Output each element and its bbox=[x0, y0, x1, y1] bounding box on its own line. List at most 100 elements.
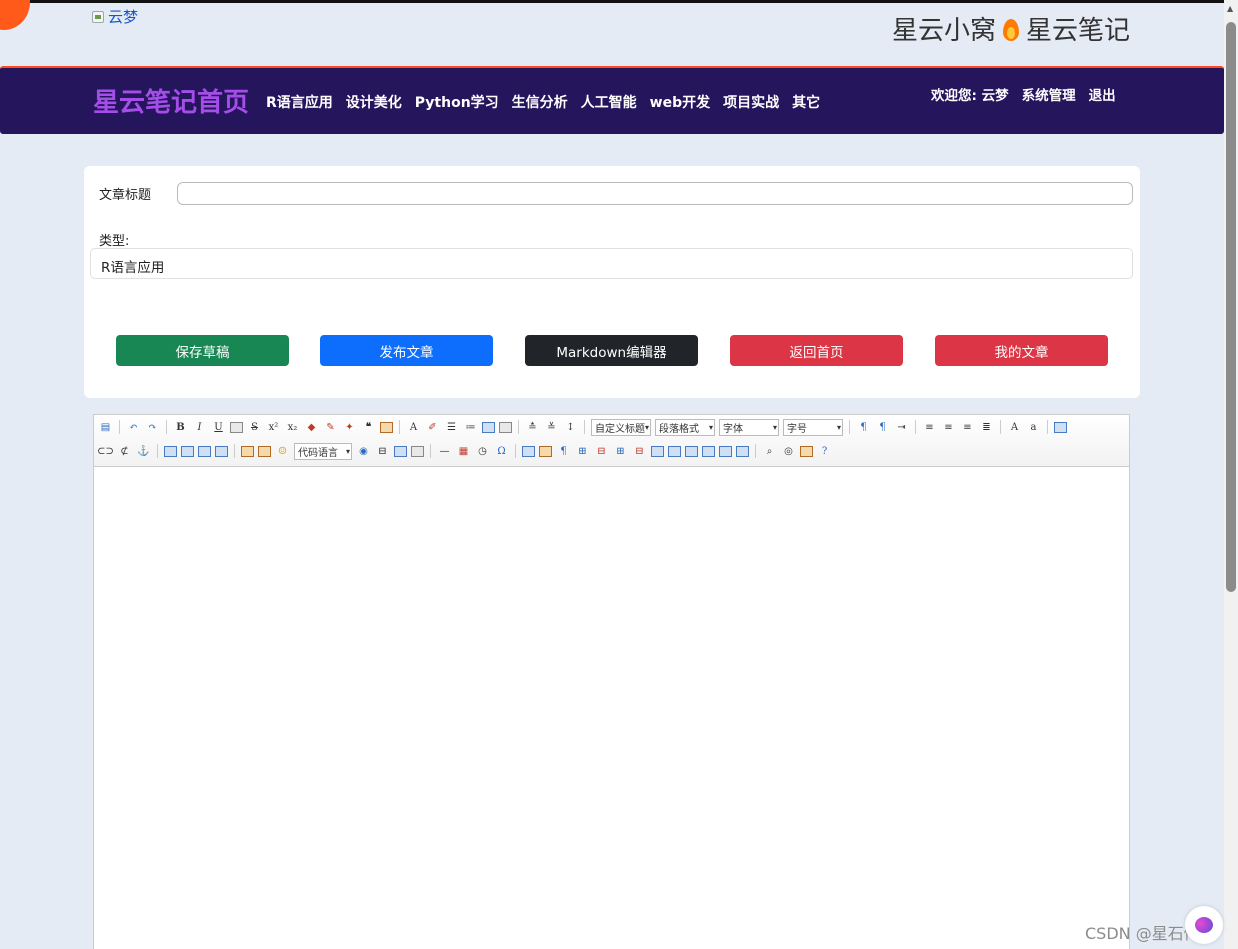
merge-cells-icon[interactable] bbox=[651, 445, 664, 457]
time-icon[interactable]: ◷ bbox=[475, 444, 490, 459]
nav-link-design[interactable]: 设计美化 bbox=[346, 92, 402, 112]
emotion-icon[interactable]: ☺ bbox=[275, 444, 290, 459]
clear-doc-icon[interactable] bbox=[499, 421, 512, 433]
nav-link-r[interactable]: R语言应用 bbox=[266, 92, 333, 112]
save-draft-button[interactable]: 保存草稿 bbox=[116, 335, 289, 366]
logout-link[interactable]: 退出 bbox=[1089, 84, 1116, 104]
lowercase-icon[interactable]: a bbox=[1026, 420, 1041, 435]
date-icon[interactable]: ▦ bbox=[456, 444, 471, 459]
ai-assistant-icon[interactable] bbox=[1185, 906, 1223, 944]
merge-down-icon[interactable] bbox=[685, 445, 698, 457]
nav-link-other[interactable]: 其它 bbox=[792, 92, 820, 112]
font-family-select[interactable]: 字体 bbox=[719, 418, 779, 436]
template-icon[interactable] bbox=[411, 445, 424, 457]
search-replace-icon[interactable]: ⌕ bbox=[762, 444, 777, 459]
type-select[interactable]: R语言应用 bbox=[90, 248, 1133, 279]
nav-link-ai[interactable]: 人工智能 bbox=[581, 92, 637, 112]
underline-icon[interactable]: U bbox=[211, 420, 226, 435]
row-spacing-top-icon[interactable]: ≛ bbox=[525, 420, 540, 435]
back-home-button[interactable]: 返回首页 bbox=[730, 335, 903, 366]
italic-icon[interactable]: I bbox=[192, 420, 207, 435]
publish-button[interactable]: 发布文章 bbox=[320, 335, 493, 366]
nav-link-projects[interactable]: 项目实战 bbox=[723, 92, 779, 112]
print-icon[interactable] bbox=[800, 445, 813, 457]
align-justify-icon[interactable]: ≣ bbox=[979, 420, 994, 435]
special-char-icon[interactable]: Ω bbox=[494, 444, 509, 459]
redo-icon[interactable]: ↷ bbox=[145, 420, 160, 435]
horizontal-rule-icon[interactable]: — bbox=[437, 444, 452, 459]
anchor-icon[interactable]: ⚓ bbox=[136, 444, 151, 459]
align-right-icon[interactable]: ≡ bbox=[960, 420, 975, 435]
link-icon[interactable]: ⊂⊃ bbox=[97, 444, 114, 459]
help-icon[interactable]: ? bbox=[817, 444, 832, 459]
merge-right-icon[interactable] bbox=[668, 445, 681, 457]
nav-link-bioinfo[interactable]: 生信分析 bbox=[512, 92, 568, 112]
indent-icon[interactable]: ⇥ bbox=[894, 420, 909, 435]
scroll-thumb[interactable] bbox=[1226, 22, 1236, 592]
unlink-icon[interactable]: ⊄ bbox=[117, 444, 132, 459]
font-border-icon[interactable] bbox=[230, 421, 243, 433]
insert-table-icon[interactable] bbox=[522, 445, 535, 457]
editor-content-area[interactable] bbox=[94, 467, 1129, 949]
split-cells-icon[interactable] bbox=[702, 445, 715, 457]
split-rows-icon[interactable] bbox=[719, 445, 732, 457]
admin-link[interactable]: 系统管理 bbox=[1022, 84, 1076, 104]
custom-title-select[interactable]: 自定义标题 bbox=[591, 418, 651, 436]
autotypeset-icon[interactable]: ✦ bbox=[342, 420, 357, 435]
image-none-icon[interactable] bbox=[164, 445, 177, 457]
map-icon[interactable]: ◉ bbox=[356, 444, 371, 459]
toolbar-separator bbox=[584, 420, 585, 434]
image-center-icon[interactable] bbox=[215, 445, 228, 457]
insert-image-icon[interactable] bbox=[241, 445, 254, 457]
html-source-icon[interactable]: ▤ bbox=[98, 420, 113, 435]
paragraph-select[interactable]: 段落格式 bbox=[655, 418, 715, 436]
insert-paragraph-icon[interactable]: ¶ bbox=[556, 444, 571, 459]
preview-icon[interactable]: ◎ bbox=[781, 444, 796, 459]
nav-home-link[interactable]: 星云笔记首页 bbox=[93, 82, 249, 119]
delete-row-icon[interactable]: ⊟ bbox=[594, 444, 609, 459]
unordered-list-icon[interactable]: ≔ bbox=[463, 420, 478, 435]
nav-link-python[interactable]: Python学习 bbox=[415, 92, 499, 112]
select-all-icon[interactable] bbox=[482, 421, 495, 433]
nav-link-web[interactable]: web开发 bbox=[650, 92, 710, 112]
paste-plain-icon[interactable] bbox=[380, 421, 393, 433]
format-brush-icon[interactable]: ✎ bbox=[323, 420, 338, 435]
fullscreen-icon[interactable] bbox=[1054, 421, 1067, 433]
subscript-icon[interactable]: x₂ bbox=[285, 420, 300, 435]
line-height-icon[interactable]: ↕ bbox=[563, 420, 578, 435]
code-language-select[interactable]: 代码语言 bbox=[294, 442, 352, 460]
highlight-color-icon[interactable]: ✐ bbox=[425, 420, 440, 435]
image-left-icon[interactable] bbox=[181, 445, 194, 457]
align-center-icon[interactable]: ≡ bbox=[941, 420, 956, 435]
strikethrough-icon[interactable]: S bbox=[247, 420, 262, 435]
font-color-icon[interactable]: A bbox=[406, 420, 421, 435]
image-right-icon[interactable] bbox=[198, 445, 211, 457]
ordered-list-icon[interactable]: ☰ bbox=[444, 420, 459, 435]
blockquote-icon[interactable]: ❝ bbox=[361, 420, 376, 435]
insert-row-icon[interactable]: ⊞ bbox=[575, 444, 590, 459]
scroll-up-icon[interactable]: ▲ bbox=[1227, 4, 1233, 13]
eraser-icon[interactable]: ◆ bbox=[304, 420, 319, 435]
site-logo[interactable]: 云梦 bbox=[92, 6, 138, 27]
multi-image-icon[interactable] bbox=[258, 445, 271, 457]
delete-table-icon[interactable] bbox=[539, 445, 552, 457]
page-break-icon[interactable] bbox=[394, 445, 407, 457]
ltr-icon[interactable]: ¶ bbox=[856, 420, 871, 435]
insert-frame-icon[interactable]: ⊟ bbox=[375, 444, 390, 459]
markdown-editor-button[interactable]: Markdown编辑器 bbox=[525, 335, 698, 366]
delete-col-icon[interactable]: ⊟ bbox=[632, 444, 647, 459]
undo-icon[interactable]: ↶ bbox=[126, 420, 141, 435]
row-spacing-bottom-icon[interactable]: ≚ bbox=[544, 420, 559, 435]
rtl-icon[interactable]: ¶ bbox=[875, 420, 890, 435]
floating-badge-icon[interactable] bbox=[0, 0, 30, 30]
font-size-select[interactable]: 字号 bbox=[783, 418, 843, 436]
align-left-icon[interactable]: ≡ bbox=[922, 420, 937, 435]
page-scrollbar[interactable]: ▲ bbox=[1224, 0, 1238, 949]
insert-col-icon[interactable]: ⊞ bbox=[613, 444, 628, 459]
uppercase-icon[interactable]: A bbox=[1007, 420, 1022, 435]
my-articles-button[interactable]: 我的文章 bbox=[935, 335, 1108, 366]
bold-icon[interactable]: B bbox=[173, 420, 188, 435]
superscript-icon[interactable]: x² bbox=[266, 420, 281, 435]
split-cols-icon[interactable] bbox=[736, 445, 749, 457]
title-input[interactable] bbox=[177, 182, 1133, 205]
